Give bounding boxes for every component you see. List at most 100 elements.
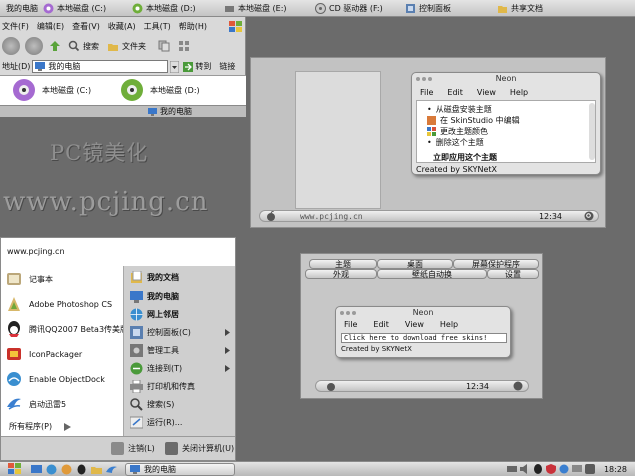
place-run[interactable]: 运行(R)... xyxy=(130,416,230,429)
copy-icon[interactable] xyxy=(158,40,170,52)
tab-screensaver[interactable]: 屏幕保护程序 xyxy=(453,259,539,269)
preview-taskbar: www.pcjing.cn 12:34 xyxy=(259,210,599,222)
folders-button[interactable]: 文件夹 xyxy=(107,41,146,52)
quicklaunch-folder-icon[interactable] xyxy=(91,464,102,475)
place-admin-tools[interactable]: 管理工具 xyxy=(130,344,230,357)
start-button[interactable] xyxy=(8,463,21,475)
menu-edit[interactable]: Edit xyxy=(373,320,389,329)
topbar-item-drive-e[interactable]: 本地磁盘 (E:) xyxy=(224,2,287,15)
search-button[interactable]: 搜索 xyxy=(68,40,99,52)
menu-edit[interactable]: 编辑(E) xyxy=(37,21,64,32)
tab-desktop[interactable]: 桌面 xyxy=(377,259,453,269)
scrollbar[interactable] xyxy=(589,103,595,160)
go-arrow-icon xyxy=(183,61,194,72)
topbar-item-drive-d[interactable]: 本地磁盘 (D:) xyxy=(132,2,196,15)
window-controls[interactable] xyxy=(340,311,356,315)
theme-preview-top: Neon File Edit View Help • 从磁盘安装主题 在 Skin… xyxy=(250,57,606,228)
quicklaunch-thunder-icon[interactable] xyxy=(106,464,117,475)
program-qq[interactable]: 腾讯QQ2007 Beta3传美版 xyxy=(5,320,128,338)
menu-favorites[interactable]: 收藏(A) xyxy=(108,21,136,32)
place-my-computer[interactable]: 我的电脑 xyxy=(130,290,230,303)
program-objectdock[interactable]: Enable ObjectDock xyxy=(5,370,105,388)
tray-clock[interactable]: 18:28 xyxy=(604,465,627,474)
start-menu-header: www.pcjing.cn xyxy=(1,238,235,266)
network-icon xyxy=(130,308,143,321)
up-folder-icon[interactable] xyxy=(48,39,62,53)
tray-app-icon[interactable] xyxy=(584,464,595,474)
tray-qq-icon[interactable] xyxy=(533,464,543,474)
search-icon[interactable] xyxy=(513,381,523,391)
tab-themes[interactable]: 主题 xyxy=(309,259,377,269)
menu-tools[interactable]: 工具(T) xyxy=(144,21,171,32)
menu-help[interactable]: Help xyxy=(440,320,458,329)
search-icon[interactable] xyxy=(584,211,594,221)
views-icon[interactable] xyxy=(178,40,190,52)
topbar-item-cd-drive[interactable]: CD 驱动器 (F:) xyxy=(315,2,383,15)
links-label[interactable]: 链接 xyxy=(219,61,235,72)
window-title: Neon xyxy=(412,73,600,85)
drive-c-icon xyxy=(43,3,54,14)
drive-item-c[interactable]: 本地磁盘 (C:) xyxy=(12,78,91,102)
task-delete-theme[interactable]: • 删除这个主题 xyxy=(427,137,520,148)
tray-volume-icon[interactable] xyxy=(519,464,530,474)
menu-file[interactable]: File xyxy=(344,320,357,329)
menu-help[interactable]: Help xyxy=(510,88,528,97)
tab-wallpaper-changer[interactable]: 壁纸自动换 xyxy=(377,269,487,279)
forward-button[interactable] xyxy=(25,37,43,55)
task-change-color[interactable]: 更改主题颜色 xyxy=(427,126,520,137)
task-edit-skinstudio[interactable]: 在 SkinStudio 中编辑 xyxy=(427,115,520,126)
menu-view[interactable]: 查看(V) xyxy=(72,21,100,32)
tray-network-icon[interactable] xyxy=(506,464,517,474)
task-install-theme[interactable]: • 从磁盘安装主题 xyxy=(427,104,520,115)
arrow-right-icon xyxy=(64,422,72,431)
program-photoshop[interactable]: Adobe Photoshop CS xyxy=(5,295,112,313)
explorer-window: 文件(F) 编辑(E) 查看(V) 收藏(A) 工具(T) 帮助(H) 搜索 文… xyxy=(0,17,246,117)
topbar-item-control-panel[interactable]: 控制面板 xyxy=(405,2,451,15)
drive-item-d[interactable]: 本地磁盘 (D:) xyxy=(120,78,200,102)
shutdown-button[interactable]: 关闭计算机(U) xyxy=(165,442,234,455)
menu-help[interactable]: 帮助(H) xyxy=(179,21,207,32)
window-controls[interactable] xyxy=(416,77,432,81)
menu-view[interactable]: View xyxy=(477,88,496,97)
tab-appearance[interactable]: 外观 xyxy=(305,269,377,279)
place-connect-to[interactable]: 连接到(T) xyxy=(130,362,230,375)
top-taskbar: 我的电脑 本地磁盘 (C:) 本地磁盘 (D:) 本地磁盘 (E:) CD 驱动… xyxy=(0,0,635,17)
go-button[interactable]: 转到 xyxy=(183,61,211,72)
menu-view[interactable]: View xyxy=(405,320,424,329)
menu-edit[interactable]: Edit xyxy=(447,88,463,97)
tray-thunder-icon[interactable] xyxy=(559,464,569,474)
quicklaunch-desktop-icon[interactable] xyxy=(31,464,42,475)
logoff-button[interactable]: 注销(L) xyxy=(111,442,155,455)
tray-monitor-icon[interactable] xyxy=(571,464,582,474)
logo-title: PC镜美化 xyxy=(50,141,149,165)
quicklaunch-ie-icon[interactable] xyxy=(46,464,57,475)
drive-e-icon xyxy=(224,3,235,14)
download-link-field[interactable]: Click here to download free skins! xyxy=(341,333,507,343)
place-printers[interactable]: 打印机和传真 xyxy=(130,380,230,393)
topbar-item-drive-c[interactable]: 本地磁盘 (C:) xyxy=(43,2,106,15)
quicklaunch-media-icon[interactable] xyxy=(61,464,72,475)
neon-window: Neon File Edit View Help • 从磁盘安装主题 在 Skin… xyxy=(411,72,601,175)
topbar-item-shared-docs[interactable]: 共享文档 xyxy=(497,2,543,15)
place-my-documents[interactable]: 我的文档 xyxy=(130,271,230,284)
place-search[interactable]: 搜索(S) xyxy=(130,398,230,411)
program-notepad[interactable]: 记事本 xyxy=(5,270,53,288)
apple-icon[interactable] xyxy=(326,381,336,391)
menu-file[interactable]: File xyxy=(420,88,433,97)
task-apply-theme[interactable]: 立即应用这个主题 xyxy=(433,152,497,163)
place-network[interactable]: 网上邻居 xyxy=(130,308,230,321)
place-control-panel[interactable]: 控制面板(C) xyxy=(130,326,230,339)
topbar-item-computer[interactable]: 我的电脑 xyxy=(6,2,38,15)
all-programs-button[interactable]: 所有程序(P) xyxy=(9,421,72,432)
quicklaunch-qq-icon[interactable] xyxy=(76,464,87,475)
address-dropdown-icon[interactable] xyxy=(170,60,180,73)
apple-icon[interactable] xyxy=(266,211,276,221)
tab-settings[interactable]: 设置 xyxy=(487,269,539,279)
back-button[interactable] xyxy=(2,37,20,55)
program-iconpackager[interactable]: IconPackager xyxy=(5,345,82,363)
task-button-my-computer[interactable]: 我的电脑 xyxy=(125,462,235,476)
menu-file[interactable]: 文件(F) xyxy=(2,21,29,32)
address-input[interactable]: 我的电脑 xyxy=(32,60,169,73)
tray-shield-icon[interactable] xyxy=(545,464,556,474)
program-thunder[interactable]: 启动迅雷5 xyxy=(5,395,66,413)
